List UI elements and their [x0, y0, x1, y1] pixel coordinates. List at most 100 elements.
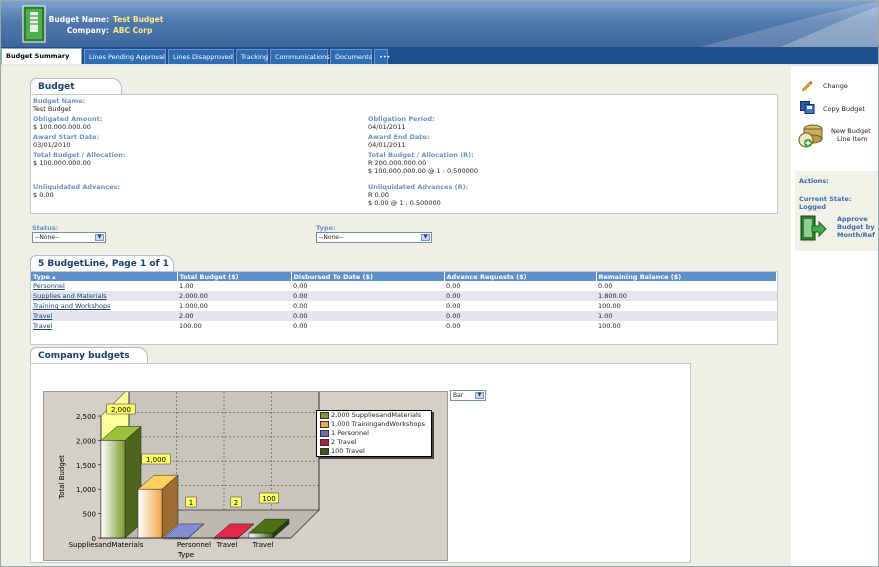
- x-axis-title: Type: [177, 551, 194, 559]
- award-end-label: Award End Date:: [368, 133, 430, 141]
- right-sidebar: Change Copy Budget New Budget Line Item …: [791, 66, 878, 566]
- bar-front-face: [248, 532, 274, 539]
- company-budgets-panel: Bar ▼ 0 500 1,000 1,500 2,000 2,500 Total Budg…: [30, 363, 691, 563]
- row-disbursed: 0.00: [291, 291, 444, 301]
- header-company-label: Company:: [66, 26, 109, 35]
- unliquidated-r-label: Unliquidated Advances (R):: [368, 183, 469, 191]
- type-select[interactable]: --None-- ▼: [316, 232, 432, 243]
- y-tick-label: 1,000: [76, 486, 96, 494]
- row-type-link[interactable]: Supplies and Materials: [31, 291, 177, 301]
- obligation-period-label: Obligation Period:: [368, 115, 435, 123]
- type-label: Type:: [316, 224, 336, 232]
- table-header-row: Type ▴ Total Budget ($) Disbursed To Dat…: [31, 272, 777, 281]
- bar-front-face: [137, 488, 163, 539]
- col-total-budget-header[interactable]: Total Budget ($): [177, 272, 292, 281]
- change-link[interactable]: Change: [823, 82, 848, 90]
- legend-entry: 1 Personnel: [317, 429, 431, 438]
- tab-budget-summary[interactable]: Budget Summary: [1, 48, 82, 64]
- header-budget-name-row: Budget Name: Test Budget: [9, 15, 164, 24]
- col-advance-header[interactable]: Advance Requests ($): [444, 272, 597, 281]
- obligated-amount-label: Obligated Amount:: [33, 115, 103, 123]
- row-disbursed: 0.00: [293, 302, 308, 310]
- col-type-header[interactable]: Type ▴: [31, 272, 178, 281]
- company-budgets-panel-tab: Company budgets: [30, 347, 148, 364]
- chart-type-select-value: Bar: [453, 392, 464, 399]
- table-row: Supplies and Materials 2.000.00 0.00 0.0…: [31, 291, 777, 301]
- company-budgets-chart: 0 500 1,000 1,500 2,000 2,500 Total Budget 2,00…: [43, 391, 448, 561]
- y-tick-label: 2,000: [76, 437, 96, 445]
- chevron-down-icon[interactable]: ▼: [421, 234, 430, 241]
- budget-book-icon: [22, 5, 46, 43]
- row-advance: 0.00: [446, 302, 461, 310]
- app-header: Budget Name: Test Budget Company: ABC Corp: [1, 1, 878, 47]
- legend-swatch: [320, 430, 329, 437]
- chevron-down-icon[interactable]: ▼: [475, 392, 484, 399]
- obligation-period-value: 04/01/2011: [368, 123, 406, 131]
- row-type-link[interactable]: Training and Workshops: [31, 301, 177, 311]
- row-disbursed: 0.00: [293, 322, 308, 330]
- status-label: Status:: [32, 224, 59, 232]
- budget-name-label: Budget Name:: [33, 97, 86, 105]
- header-company-row: Company: ABC Corp: [9, 26, 153, 35]
- row-type-link[interactable]: Personnel: [31, 281, 177, 291]
- legend-entry: 1,000 TrainingandWorkshops: [317, 420, 431, 429]
- row-total: 2.00: [177, 311, 291, 321]
- approve-budget-icon[interactable]: [798, 214, 828, 244]
- budget-lines-panel: Type ▴ Total Budget ($) Disbursed To Dat…: [30, 271, 778, 345]
- legend-swatch: [320, 448, 329, 455]
- obligated-amount-value: $ 100.000.000.00: [33, 123, 91, 131]
- approve-link-3[interactable]: Month/Ref: [837, 231, 875, 239]
- tab-tracking[interactable]: Tracking: [236, 49, 268, 64]
- col-disbursed-header[interactable]: Disbursed To Date ($): [291, 272, 445, 281]
- tab-more[interactable]: •••: [374, 49, 391, 64]
- row-total: 1.00: [179, 282, 194, 290]
- legend-entry: 2,000 SuppliesandMaterials: [317, 411, 431, 420]
- total-budget-r-conversion: $ 100.000.000.00 @ 1 : 0.500000: [368, 167, 478, 175]
- y-tick-label: 1,500: [76, 462, 96, 470]
- budget-panel-tab: Budget: [30, 78, 122, 95]
- header-company: ABC Corp: [113, 26, 153, 35]
- row-type-link[interactable]: Travel: [31, 321, 177, 331]
- row-advance: 0.00: [446, 282, 461, 290]
- approve-link-2[interactable]: Budget by: [837, 223, 875, 231]
- y-tick-label: 500: [83, 511, 96, 519]
- chevron-down-icon[interactable]: ▼: [95, 234, 104, 241]
- col-remaining-header[interactable]: Remaining Balance ($): [596, 272, 777, 281]
- data-label: 1,000: [146, 456, 166, 464]
- total-budget-r-label: Total Budget / Allocation (R):: [368, 151, 474, 159]
- new-budget-line-item-icon[interactable]: [797, 121, 825, 149]
- legend-swatch: [320, 439, 329, 446]
- budget-lines-table: Type ▴ Total Budget ($) Disbursed To Dat…: [31, 272, 777, 331]
- legend-label: 1,000 TrainingandWorkshops: [331, 420, 426, 428]
- new-budget-line-link-1[interactable]: New Budget: [831, 127, 871, 135]
- legend-entry: 2 Travel: [317, 438, 431, 447]
- total-budget-r-value: R 200.000.000.00: [368, 159, 427, 167]
- row-disbursed: 0.00: [293, 282, 308, 290]
- y-tick-label: 2,500: [76, 413, 96, 421]
- copy-budget-link[interactable]: Copy Budget: [823, 105, 865, 113]
- chart-legend: 2,000 SuppliesandMaterials 1,000 Training…: [316, 410, 432, 457]
- award-start-value: 03/01/2010: [33, 141, 71, 149]
- tab-lines-disapproved[interactable]: Lines Disapproved: [168, 49, 234, 64]
- legend-label: 2 Travel: [331, 438, 357, 446]
- actions-label: Actions:: [799, 177, 829, 185]
- main-content: Budget Budget Name: Test Budget Obligate…: [1, 66, 791, 566]
- new-budget-line-link-2[interactable]: Line Item: [837, 135, 867, 143]
- tab-communications[interactable]: Communications: [270, 49, 330, 64]
- tab-documents[interactable]: Documents: [330, 49, 372, 64]
- x-tick-label: Travel: [252, 541, 274, 549]
- chart-type-select[interactable]: Bar ▼: [450, 390, 486, 401]
- x-tick-label: Personnel: [177, 541, 211, 549]
- approve-link-1[interactable]: Approve: [837, 215, 868, 223]
- tab-lines-pending-approval[interactable]: Lines Pending Approval: [84, 49, 166, 64]
- tab-bar: Budget Summary Lines Pending Approval Li…: [1, 47, 878, 64]
- unliquidated-r-value: R 0.00: [368, 191, 390, 199]
- budget-name-value: Test Budget: [33, 105, 72, 113]
- status-select[interactable]: --None-- ▼: [32, 232, 106, 243]
- data-label: 1: [189, 499, 193, 507]
- x-tick-label: Travel: [216, 541, 238, 549]
- legend-swatch: [320, 412, 329, 419]
- row-type-link[interactable]: Travel: [31, 311, 177, 321]
- pencil-icon[interactable]: [801, 79, 813, 91]
- copy-budget-icon[interactable]: [800, 101, 815, 114]
